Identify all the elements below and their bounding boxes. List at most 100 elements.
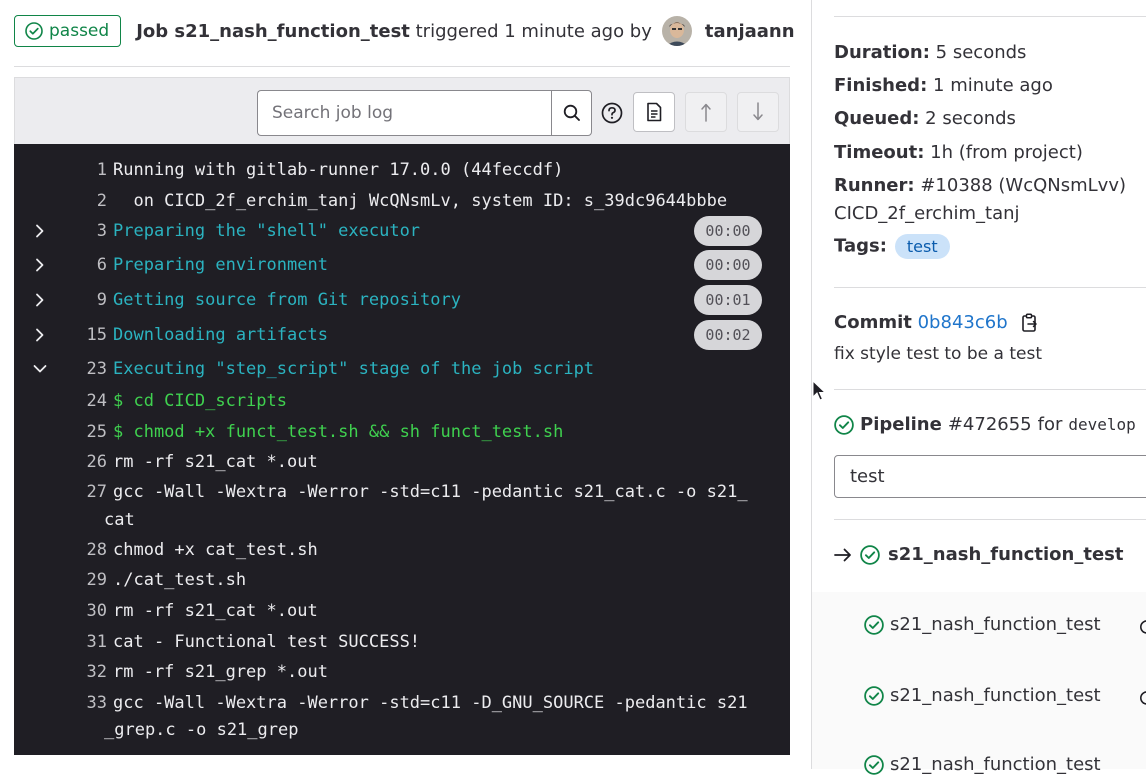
commit-sha-link[interactable]: 0b843c6b bbox=[918, 312, 1008, 333]
search-button[interactable] bbox=[551, 90, 592, 136]
pipeline-id[interactable]: #472655 bbox=[948, 414, 1032, 435]
scroll-bottom-button[interactable] bbox=[737, 92, 779, 132]
pipeline-row: Pipeline #472655 for develop bbox=[834, 414, 1146, 435]
sidebar-divider bbox=[834, 389, 1146, 390]
chevron-right-icon[interactable] bbox=[32, 223, 48, 239]
sidebar-divider bbox=[834, 519, 1146, 520]
log-line-text: Running with gitlab-runner 17.0.0 (44fec… bbox=[113, 160, 563, 180]
log-line-number[interactable]: 28 bbox=[87, 540, 107, 560]
retry-icon[interactable] bbox=[1140, 689, 1146, 707]
log-section-header[interactable]: 3Preparing the "shell" executor00:00 bbox=[14, 218, 790, 244]
log-line-continuation: cat bbox=[14, 507, 790, 533]
job-log: 1 Running with gitlab-runner 17.0.0 (44fe… bbox=[14, 144, 790, 755]
log-line-text: gcc -Wall -Wextra -Werror -std=c11 -peda… bbox=[113, 482, 748, 502]
duration-label: Duration: bbox=[834, 42, 930, 63]
job-list-item[interactable]: s21_nash_function_test bbox=[864, 754, 1101, 775]
queued-row: Queued: 2 seconds bbox=[834, 108, 1016, 129]
check-circle-icon bbox=[864, 755, 884, 775]
duration-row: Duration: 5 seconds bbox=[834, 42, 1026, 63]
chevron-right-icon[interactable] bbox=[32, 257, 48, 273]
log-line: 25 $ chmod +x funct_test.sh && sh funct_t… bbox=[14, 419, 790, 445]
log-line-number[interactable]: 25 bbox=[87, 422, 107, 442]
chevron-down-icon[interactable] bbox=[32, 361, 48, 377]
log-line-number[interactable]: 27 bbox=[87, 482, 107, 502]
timeout-label: Timeout: bbox=[834, 142, 924, 163]
current-job-row[interactable]: s21_nash_function_test bbox=[834, 544, 1123, 565]
log-line-text: rm -rf s21_cat *.out bbox=[113, 601, 318, 621]
log-line-number[interactable]: 33 bbox=[87, 693, 107, 713]
search-input[interactable] bbox=[257, 90, 551, 136]
job-list-item-label: s21_nash_function_test bbox=[890, 685, 1101, 706]
log-line-number[interactable]: 31 bbox=[87, 632, 107, 652]
log-line-number[interactable]: 15 bbox=[87, 325, 107, 345]
runner-row: Runner: #10388 (WcQNsmLvv) bbox=[834, 175, 1126, 196]
log-search bbox=[257, 90, 592, 136]
retry-icon[interactable] bbox=[1140, 618, 1146, 636]
log-line-text: rm -rf s21_cat *.out bbox=[113, 452, 318, 472]
raw-log-button[interactable] bbox=[633, 92, 675, 132]
log-line-number[interactable]: 9 bbox=[97, 290, 107, 310]
log-line-number[interactable]: 3 bbox=[97, 221, 107, 241]
log-section-header[interactable]: 15Downloading artifacts00:02 bbox=[14, 322, 790, 348]
log-line-number[interactable]: 24 bbox=[87, 391, 107, 411]
log-line-text: $ chmod +x funct_test.sh && sh funct_tes… bbox=[113, 422, 563, 442]
job-list-item-label: s21_nash_function_test bbox=[890, 754, 1101, 775]
log-line-number[interactable]: 26 bbox=[87, 452, 107, 472]
help-icon bbox=[601, 102, 623, 124]
commit-message: fix style test to be a test bbox=[834, 344, 1042, 364]
log-line-text: Preparing environment bbox=[113, 255, 328, 275]
pipeline-label: Pipeline bbox=[860, 414, 942, 435]
log-line-number[interactable]: 23 bbox=[87, 359, 107, 379]
stage-dropdown[interactable]: test bbox=[834, 455, 1146, 498]
queued-value: 2 seconds bbox=[925, 108, 1016, 129]
log-section-header[interactable]: 9Getting source from Git repository00:01 bbox=[14, 287, 790, 313]
log-line-number[interactable]: 30 bbox=[87, 601, 107, 621]
chevron-right-icon[interactable] bbox=[32, 292, 48, 308]
log-line: 1 Running with gitlab-runner 17.0.0 (44fe… bbox=[14, 157, 790, 183]
search-icon bbox=[563, 104, 581, 122]
chevron-right-icon[interactable] bbox=[32, 327, 48, 343]
check-circle-icon bbox=[860, 545, 880, 565]
section-duration-badge: 00:00 bbox=[694, 250, 762, 280]
commit-label: Commit bbox=[834, 312, 912, 333]
check-circle-icon bbox=[834, 415, 854, 435]
log-section-header[interactable]: 23Executing "step_script" stage of the j… bbox=[14, 356, 790, 382]
log-line-number[interactable]: 29 bbox=[87, 570, 107, 590]
scroll-bottom-icon bbox=[751, 101, 765, 123]
avatar[interactable] bbox=[662, 16, 692, 46]
log-line: 28 chmod +x cat_test.sh bbox=[14, 537, 790, 563]
current-job-name: s21_nash_function_test bbox=[888, 544, 1123, 565]
sidebar-divider bbox=[834, 287, 1146, 288]
raw-log-icon bbox=[645, 102, 663, 122]
section-duration-badge: 00:02 bbox=[694, 320, 762, 350]
log-line: 30 rm -rf s21_cat *.out bbox=[14, 598, 790, 624]
runner-value: #10388 (WcQNsmLvv) bbox=[920, 175, 1126, 196]
job-header: passed Job s21_nash_function_test trigge… bbox=[14, 14, 795, 48]
scroll-top-button[interactable] bbox=[685, 92, 727, 132]
log-line-text: ./cat_test.sh bbox=[113, 570, 246, 590]
log-line-text: chmod +x cat_test.sh bbox=[113, 540, 318, 560]
log-line-number[interactable]: 1 bbox=[97, 160, 107, 180]
status-badge[interactable]: passed bbox=[14, 15, 121, 47]
username-link[interactable]: tanjaann bbox=[705, 21, 795, 42]
runner-label: Runner: bbox=[834, 175, 915, 196]
log-line-number[interactable]: 6 bbox=[97, 255, 107, 275]
sidebar-divider bbox=[834, 16, 1146, 17]
scroll-top-icon bbox=[699, 101, 713, 123]
header-divider bbox=[14, 66, 790, 67]
log-line-number[interactable]: 2 bbox=[97, 191, 107, 211]
job-list-item[interactable]: s21_nash_function_test bbox=[864, 614, 1101, 635]
log-line-number[interactable]: 32 bbox=[87, 662, 107, 682]
copy-icon[interactable] bbox=[1021, 313, 1039, 333]
help-button[interactable] bbox=[599, 100, 625, 126]
log-line-text: cat bbox=[104, 510, 135, 530]
log-line: 29 ./cat_test.sh bbox=[14, 567, 790, 593]
log-line: 2 on CICD_2f_erchim_tanj WcQNsmLv, syste… bbox=[14, 188, 790, 214]
pipeline-ref[interactable]: develop bbox=[1068, 415, 1135, 434]
log-section-header[interactable]: 6 Preparing environment 00:00 bbox=[14, 252, 790, 278]
section-duration-badge: 00:01 bbox=[694, 285, 762, 315]
job-list-item-label: s21_nash_function_test bbox=[890, 614, 1101, 635]
check-circle-icon bbox=[864, 686, 884, 706]
timeout-row: Timeout: 1h (from project) bbox=[834, 142, 1083, 163]
job-list-item[interactable]: s21_nash_function_test bbox=[864, 685, 1101, 706]
